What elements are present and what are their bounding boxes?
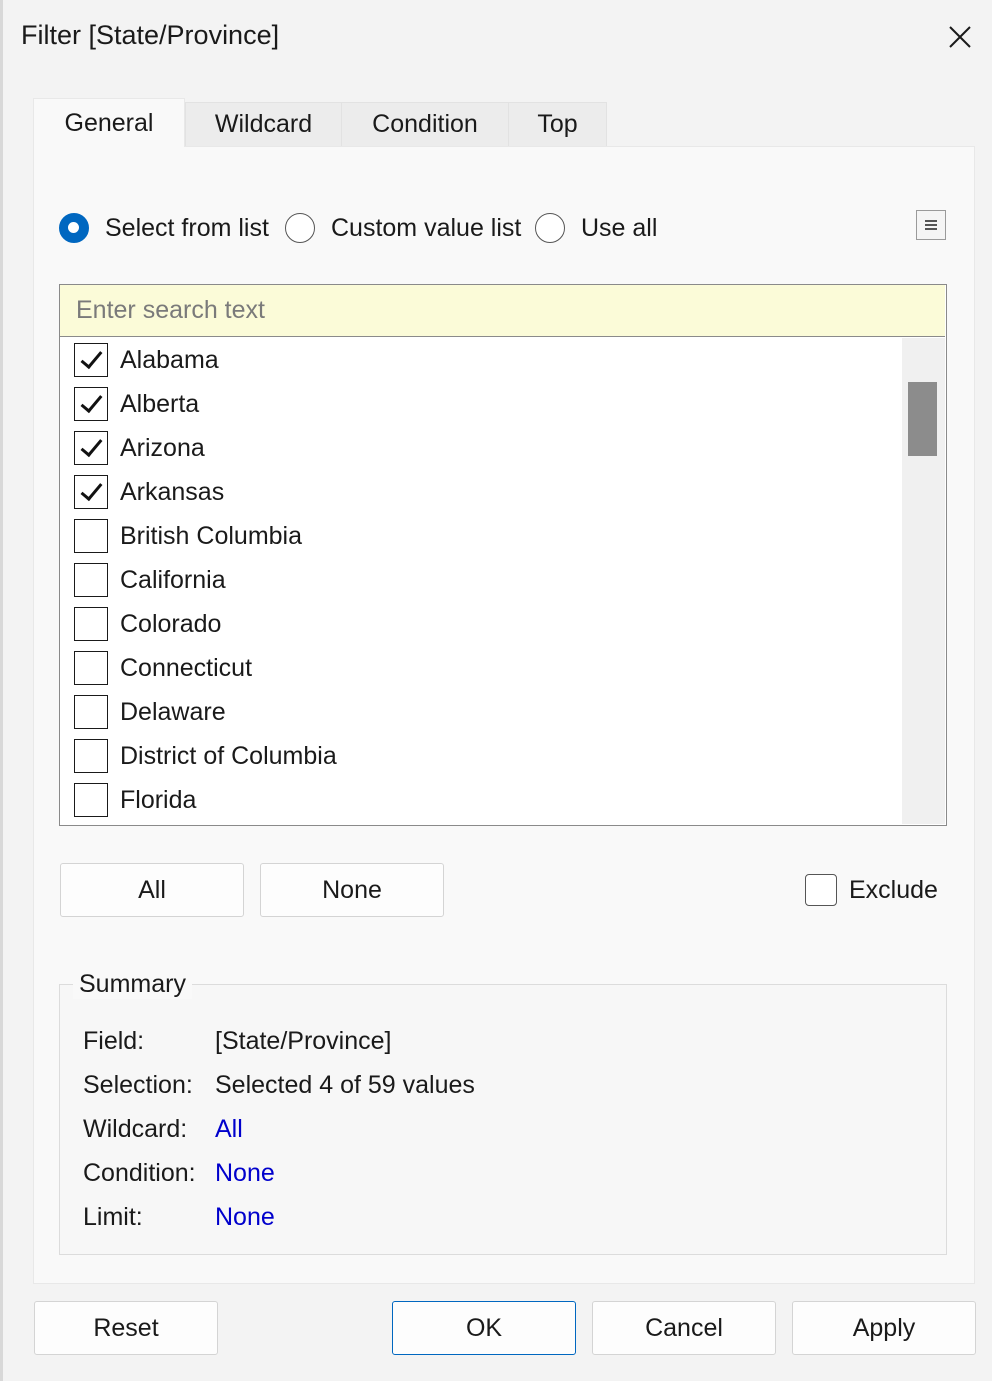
summary-key: Limit: [83, 1202, 143, 1231]
exclude-label: Exclude [849, 875, 938, 904]
tab-condition[interactable]: Condition [341, 102, 509, 146]
summary-row-selection: Selection: Selected 4 of 59 values [83, 1067, 475, 1103]
close-button[interactable] [937, 14, 983, 60]
list-item[interactable]: Alabama [74, 338, 219, 382]
scrollbar-thumb[interactable] [908, 382, 937, 456]
item-label: Alberta [120, 389, 200, 418]
summary-row-condition: Condition: None [83, 1155, 275, 1191]
list-item[interactable]: Connecticut [74, 646, 252, 690]
checkbox [74, 343, 108, 377]
item-label: California [120, 565, 226, 594]
summary-value: [State/Province] [215, 1026, 392, 1055]
select-all-button[interactable]: All [60, 863, 244, 917]
exclude-checkbox[interactable]: Exclude [805, 872, 938, 908]
list-item[interactable]: California [74, 558, 226, 602]
list-item[interactable]: Arizona [74, 426, 205, 470]
summary-row-limit: Limit: None [83, 1199, 275, 1235]
radio-indicator [59, 213, 89, 243]
ok-button[interactable]: OK [392, 1301, 576, 1355]
radio-indicator [535, 213, 565, 243]
item-label: Arizona [120, 433, 205, 462]
values-list: Alabama Alberta Arizona Arkansas British… [60, 338, 902, 824]
radio-indicator [285, 213, 315, 243]
item-label: British Columbia [120, 521, 303, 550]
values-listbox: Alabama Alberta Arizona Arkansas British… [59, 284, 947, 826]
list-item[interactable]: British Columbia [74, 514, 302, 558]
item-label: Florida [120, 785, 197, 814]
menu-lines-icon [925, 220, 937, 230]
condition-link[interactable]: None [215, 1159, 275, 1188]
list-item[interactable]: Florida [74, 778, 196, 822]
checkbox [74, 563, 108, 597]
item-label: Alabama [120, 345, 219, 374]
summary-row-wildcard: Wildcard: All [83, 1111, 243, 1147]
radio-label: Custom value list [331, 213, 522, 242]
radio-use-all[interactable]: Use all [535, 208, 657, 248]
close-icon [949, 26, 971, 48]
list-menu-button[interactable] [916, 210, 946, 240]
checkbox [74, 519, 108, 553]
item-label: Colorado [120, 609, 222, 638]
tab-top[interactable]: Top [508, 102, 607, 146]
summary-legend: Summary [73, 970, 192, 999]
summary-value: Selected 4 of 59 values [215, 1070, 475, 1099]
item-label: Delaware [120, 697, 226, 726]
list-item[interactable]: Colorado [74, 602, 221, 646]
list-item[interactable]: Delaware [74, 690, 226, 734]
item-label: District of Columbia [120, 741, 337, 770]
checkbox [74, 739, 108, 773]
search-input[interactable] [60, 285, 945, 337]
radio-label: Select from list [105, 213, 269, 242]
radio-select-from-list[interactable]: Select from list [59, 208, 269, 248]
radio-custom-value-list[interactable]: Custom value list [285, 208, 521, 248]
item-label: Arkansas [120, 477, 225, 506]
exclude-checkbox-box [805, 874, 837, 906]
summary-row-field: Field: [State/Province] [83, 1023, 391, 1059]
apply-button[interactable]: Apply [792, 1301, 976, 1355]
summary-key: Condition: [83, 1158, 196, 1187]
summary-key: Selection: [83, 1070, 193, 1099]
select-none-button[interactable]: None [260, 863, 444, 917]
title-bar: Filter [State/Province] [3, 0, 992, 72]
checkbox [74, 607, 108, 641]
checkbox [74, 431, 108, 465]
summary-key: Wildcard: [83, 1114, 188, 1143]
list-item[interactable]: Arkansas [74, 470, 224, 514]
list-scrollbar[interactable] [902, 338, 945, 824]
tab-wildcard[interactable]: Wildcard [185, 102, 342, 146]
cancel-button[interactable]: Cancel [592, 1301, 776, 1355]
limit-link[interactable]: None [215, 1203, 275, 1232]
list-item[interactable]: District of Columbia [74, 734, 337, 778]
tab-general[interactable]: General [33, 98, 185, 147]
checkbox [74, 783, 108, 817]
checkbox [74, 651, 108, 685]
checkbox [74, 387, 108, 421]
checkbox [74, 695, 108, 729]
filter-dialog: Filter [State/Province] General Wildcard… [0, 0, 992, 1381]
dialog-title: Filter [State/Province] [21, 20, 280, 50]
item-label: Connecticut [120, 653, 253, 682]
reset-button[interactable]: Reset [34, 1301, 218, 1355]
wildcard-link[interactable]: All [215, 1115, 243, 1144]
checkbox [74, 475, 108, 509]
list-item[interactable]: Alberta [74, 382, 199, 426]
summary-key: Field: [83, 1026, 145, 1055]
radio-label: Use all [581, 213, 658, 242]
